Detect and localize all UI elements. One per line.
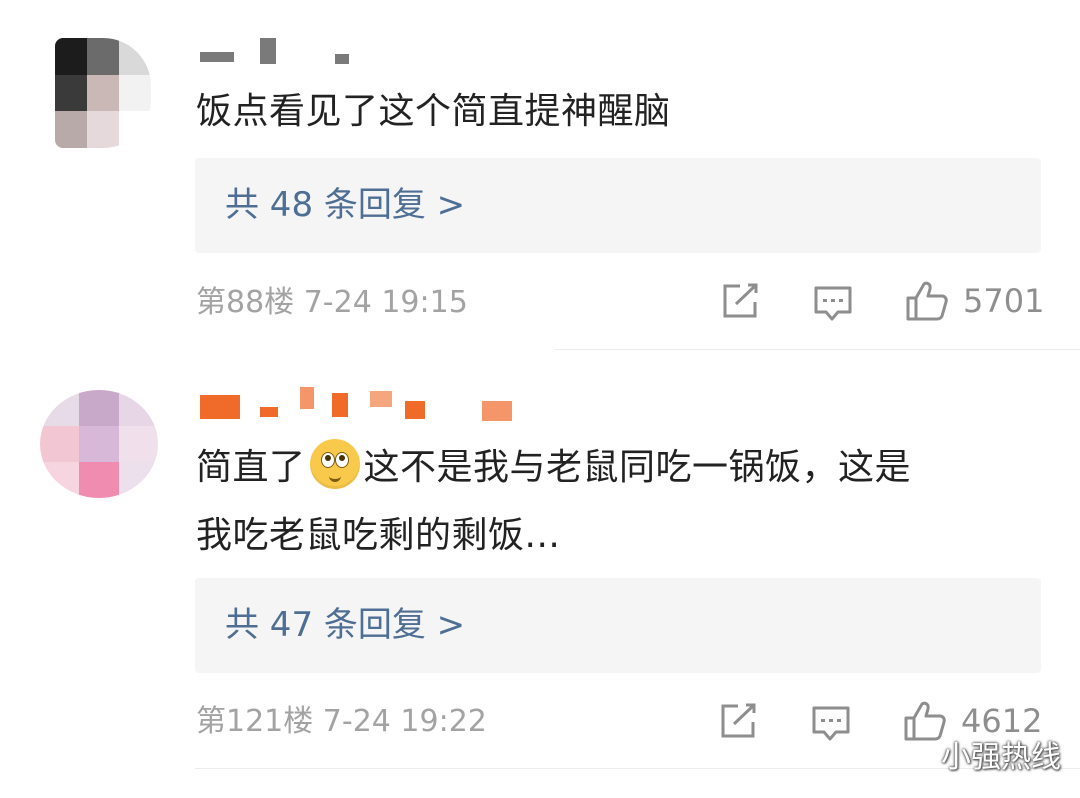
comment-meta: 第121楼 7-24 19:22: [196, 704, 487, 739]
watermark-text: 小强热线: [941, 740, 1061, 775]
thumbs-up-icon: [906, 281, 948, 321]
like-button[interactable]: 5701: [905, 280, 1044, 322]
like-count: 5701: [963, 282, 1045, 320]
avatar[interactable]: [55, 38, 151, 148]
reply-box[interactable]: 共 47 条回复 >: [195, 578, 1041, 673]
comment-text: 饭点看见了这个简直提神醒脑: [196, 91, 671, 132]
username[interactable]: [200, 387, 540, 423]
share-button[interactable]: [720, 282, 760, 320]
comment-item: 饭点看见了这个简直提神醒脑 共 48 条回复 > 第88楼 7-24 19:15…: [0, 0, 1080, 350]
comment-text-part: 这不是我与老鼠同吃一锅饭，这是: [363, 447, 912, 488]
share-icon: [721, 703, 756, 738]
comment-button[interactable]: [812, 284, 854, 324]
comment-meta: 第88楼 7-24 19:15: [196, 285, 468, 320]
reply-box[interactable]: 共 48 条回复 >: [195, 158, 1041, 253]
watermark: 小强热线: [905, 732, 1061, 776]
share-icon: [723, 283, 758, 318]
username[interactable]: [200, 38, 360, 68]
avatar[interactable]: [40, 390, 158, 498]
comment-button[interactable]: [810, 704, 852, 744]
view-replies-link[interactable]: 共 47 条回复 >: [225, 600, 465, 650]
comment-item: 简直了 这不是我与老鼠同吃一锅饭，这是 我吃老鼠吃剩的剩饭... 共 47 条回复…: [0, 350, 1080, 770]
comment-text: 简直了 这不是我与老鼠同吃一锅饭，这是: [196, 434, 911, 502]
comment-text-line: 我吃老鼠吃剩的剩饭...: [196, 515, 561, 556]
comment-icon: [814, 286, 852, 321]
comment-icon: [812, 706, 850, 741]
wechat-icon: [905, 742, 935, 766]
view-replies-link[interactable]: 共 48 条回复 >: [225, 180, 465, 230]
share-button[interactable]: [718, 702, 758, 740]
comment-text-part: 简直了: [196, 447, 306, 488]
rolling-eyes-emoji-icon: [309, 439, 360, 489]
